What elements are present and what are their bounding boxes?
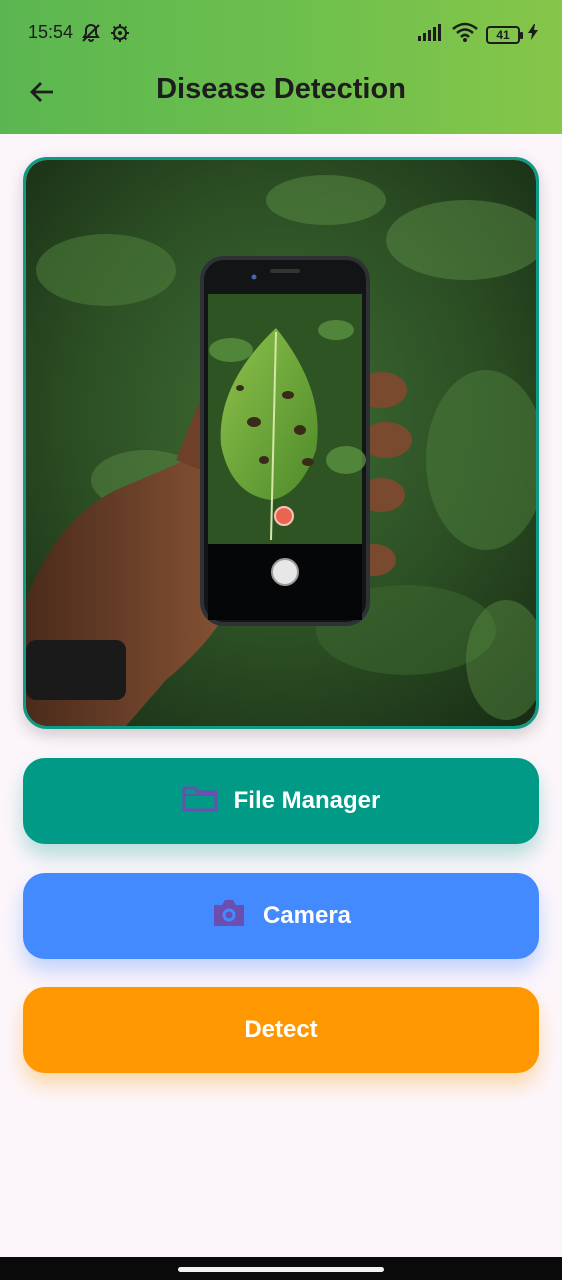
settings-gear-icon bbox=[110, 23, 130, 48]
battery-icon: 41 bbox=[486, 25, 523, 44]
file-manager-button[interactable]: File Manager bbox=[23, 758, 539, 844]
folder-icon bbox=[182, 784, 218, 819]
leaf-preview-image bbox=[23, 157, 539, 729]
camera-label: Camera bbox=[262, 902, 352, 929]
status-time: 15:54 bbox=[28, 22, 74, 42]
bell-muted-icon bbox=[80, 22, 102, 49]
detect-button[interactable]: Detect bbox=[23, 987, 539, 1073]
leaf-scan-photo bbox=[26, 160, 536, 726]
wifi-icon bbox=[452, 22, 478, 47]
detect-label: Detect bbox=[244, 1016, 318, 1043]
battery-level: 41 bbox=[496, 27, 510, 42]
camera-icon bbox=[211, 898, 247, 935]
home-gesture-handle[interactable] bbox=[178, 1267, 384, 1272]
signal-icon bbox=[418, 23, 444, 46]
page-title: Disease Detection bbox=[156, 73, 406, 105]
status-bar: 15:54 41 bbox=[0, 0, 562, 66]
file-manager-label: File Manager bbox=[233, 787, 381, 814]
app-bar: 15:54 41 Disease Detection bbox=[0, 0, 562, 134]
charging-bolt-icon bbox=[528, 24, 538, 45]
camera-button[interactable]: Camera bbox=[23, 873, 539, 959]
